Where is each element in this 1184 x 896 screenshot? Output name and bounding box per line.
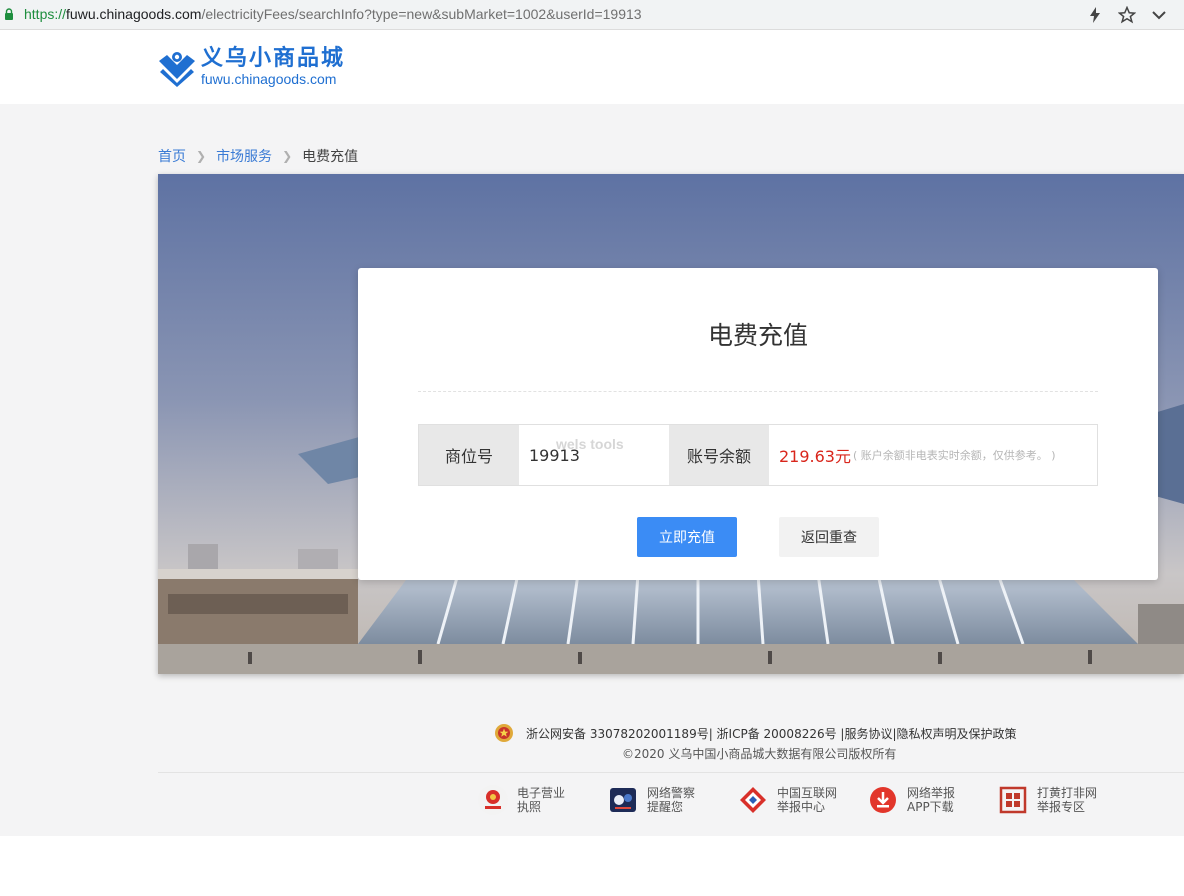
card-title: 电费充值 — [707, 321, 808, 350]
breadcrumb-market-service[interactable]: 市场服务 — [216, 146, 272, 166]
logo-domain: fuwu.chinagoods.com — [201, 71, 337, 87]
badge-cyber-police[interactable]: 网络警察 提醒您 — [607, 784, 715, 816]
breadcrumb-current: 电费充值 — [302, 149, 359, 165]
watermark-text: wels tools — [556, 436, 624, 452]
main-content: 首页 ❯ 市场服务 ❯ 电费充值 电费充值 商位号 19913 wels too… — [0, 104, 1184, 704]
footer-copyright: ©2020 义乌中国小商品城大数据有限公司版权所有 — [622, 747, 897, 761]
balance-note: ( 账户余额非电表实时余额，仅供参考。 ) — [853, 449, 1056, 462]
footer-badges: 电子营业 执照 网络警察 提醒您 中国互联网 举报中心 网络举报 APP下载 打… — [477, 784, 1127, 816]
site-footer: 浙公网安备 33078202001189号| 浙ICP备 20008226号 |… — [0, 704, 1184, 836]
badge-anti-porn[interactable]: 打黄打非网 举报专区 — [997, 784, 1105, 816]
breadcrumb-home[interactable]: 首页 — [158, 146, 186, 166]
badge-report-center[interactable]: 中国互联网 举报中心 — [737, 784, 845, 816]
card-divider — [418, 391, 1098, 392]
business-license-icon — [478, 785, 508, 815]
recharge-now-button[interactable]: 立即充值 — [637, 517, 737, 557]
logo-title: 义乌小商品城 — [201, 46, 346, 71]
site-logo[interactable]: 义乌小商品城 fuwu.chinagoods.com — [157, 47, 345, 87]
shop-number-value: 19913 wels tools — [529, 436, 624, 465]
breadcrumb-separator-icon: ❯ — [282, 149, 293, 163]
footer-legal-text[interactable]: 浙公网安备 33078202001189号| 浙ICP备 20008226号 |… — [526, 725, 1017, 742]
breadcrumb-separator-icon: ❯ — [196, 149, 207, 163]
breadcrumb: 首页 ❯ 市场服务 ❯ 电费充值 — [158, 146, 358, 166]
footer-legal-links: 浙公网安备 33078202001189号| 浙ICP备 20008226号 |… — [494, 723, 1017, 743]
browser-address-bar[interactable]: https://fuwu.chinagoods.com/electricityF… — [0, 0, 1184, 30]
recharge-card: 电费充值 商位号 19913 wels tools 账号余额 219.63元 (… — [358, 268, 1158, 580]
footer-divider — [158, 772, 1184, 773]
anti-porn-seal-icon — [999, 786, 1027, 814]
report-center-icon — [740, 787, 766, 813]
balance-value: 219.63元 ( 账户余额非电表实时余额，仅供参考。 ) — [769, 425, 1097, 485]
police-emblem-icon — [495, 724, 513, 742]
url-text[interactable]: https://fuwu.chinagoods.com/electricityF… — [24, 6, 642, 22]
site-header: 义乌小商品城 fuwu.chinagoods.com — [0, 30, 1184, 104]
lock-icon — [5, 8, 13, 20]
badge-report-app[interactable]: 网络举报 APP下载 — [867, 784, 975, 816]
star-icon[interactable] — [1118, 5, 1136, 25]
shop-number-label: 商位号 — [419, 425, 519, 485]
balance-amount: 219.63元 — [779, 447, 851, 466]
chevron-down-icon[interactable] — [1150, 5, 1168, 25]
lightning-icon[interactable] — [1086, 5, 1104, 25]
page-bottom-blank — [0, 836, 1184, 896]
badge-business-license[interactable]: 电子营业 执照 — [477, 784, 585, 816]
account-info-row: 商位号 19913 wels tools 账号余额 219.63元 ( 账户余额… — [418, 424, 1098, 486]
balance-label: 账号余额 — [669, 425, 769, 485]
back-reset-button[interactable]: 返回重查 — [779, 517, 879, 557]
logo-mark-icon — [159, 52, 195, 87]
download-app-icon — [870, 787, 896, 813]
cyber-police-icon — [610, 788, 636, 812]
